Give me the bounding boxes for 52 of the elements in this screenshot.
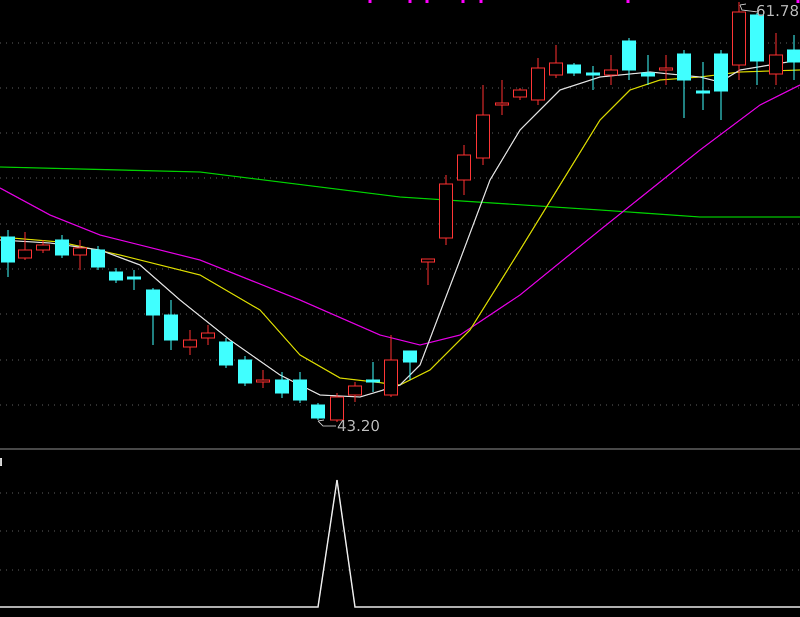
candlestick — [348, 382, 362, 402]
candlestick — [439, 174, 453, 246]
candlestick — [55, 234, 69, 258]
candlestick — [457, 144, 471, 196]
leader-line — [740, 4, 758, 12]
candlestick — [219, 338, 233, 368]
leader-line — [318, 420, 336, 426]
candlestick — [293, 372, 307, 404]
candlestick — [769, 32, 783, 86]
candlestick — [604, 54, 618, 86]
candlestick — [696, 62, 710, 110]
candlestick — [18, 232, 32, 260]
candlestick — [513, 88, 527, 100]
candlestick — [36, 240, 50, 254]
candlestick — [586, 66, 600, 90]
tick-mark — [426, 0, 428, 3]
axis-mark — [0, 458, 2, 466]
candlestick — [366, 362, 380, 392]
candlestick — [183, 330, 197, 356]
candlestick — [256, 370, 270, 388]
candlestick — [311, 402, 325, 420]
candlestick — [91, 246, 105, 270]
candlestick — [531, 58, 545, 106]
tick-mark — [368, 0, 372, 3]
candlestick — [495, 80, 509, 116]
candlestick — [384, 334, 398, 398]
candlestick — [146, 288, 160, 346]
candlestick — [403, 350, 417, 380]
candlestick — [787, 34, 800, 80]
candlestick — [1, 230, 15, 278]
candlestick — [164, 300, 178, 350]
candlestick — [549, 44, 563, 78]
candlestick — [201, 324, 215, 346]
tick-mark — [480, 0, 482, 3]
tick-mark — [626, 0, 630, 3]
high-price-label: 61.78 — [756, 2, 799, 20]
candlestick — [421, 258, 435, 286]
candlestick — [677, 50, 691, 118]
candlestick — [714, 50, 728, 120]
tick-mark — [796, 0, 800, 3]
candlestick — [238, 356, 252, 386]
tick-mark — [408, 0, 412, 3]
candlestick — [109, 268, 123, 284]
candlestick — [127, 270, 141, 290]
candlestick — [659, 54, 673, 86]
low-price-label: 43.20 — [337, 417, 380, 435]
candlestick — [622, 38, 636, 80]
candlestick — [641, 54, 655, 86]
candlestick — [275, 372, 289, 398]
candlestick — [567, 62, 581, 76]
candlestick — [73, 240, 87, 270]
tick-mark — [462, 0, 464, 3]
